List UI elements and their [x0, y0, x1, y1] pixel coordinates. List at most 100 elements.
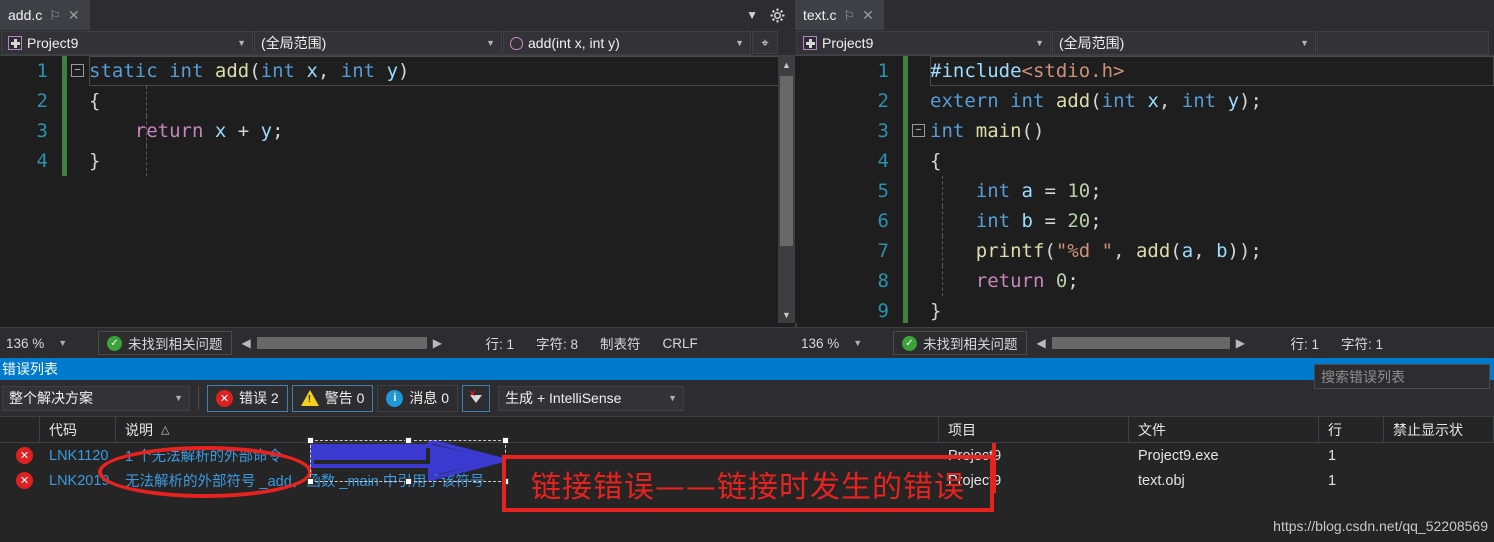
warning-icon	[300, 390, 319, 406]
pin-icon[interactable]: ⚐	[843, 9, 855, 22]
column-header-file[interactable]: 文件	[1129, 417, 1319, 442]
editor-status-bar-left: 136 % ▼ ✓ 未找到相关问题 ◀ ▶ 行: 1 字符: 8 制表符 CRL…	[0, 327, 795, 358]
horizontal-scrollbar-right[interactable]: ◀ ▶	[1037, 336, 1269, 350]
line-number: 7	[877, 240, 889, 262]
code-editor-right[interactable]: 1 #include<stdio.h> 2 extern int add(int…	[795, 56, 1494, 323]
error-list-title: 错误列表	[0, 358, 1494, 380]
tabstrip-right: text.c ⚐ ✕	[795, 0, 1494, 30]
gear-icon[interactable]	[770, 8, 785, 23]
chevron-down-icon[interactable]: ▼	[746, 8, 758, 22]
error-list-panel: 错误列表 整个解决方案 ▼ ✕ 错误 2 警告 0 i 消息 0 ✕	[0, 358, 1494, 542]
sort-ascending-icon: △	[161, 424, 170, 436]
code-line: 2 {	[0, 86, 795, 116]
collapse-icon[interactable]: −	[71, 64, 84, 77]
line-number: 5	[877, 180, 889, 202]
table-row[interactable]: ✕ LNK2019 无法解析的外部符号 _add，函数 _main 中引用了该符…	[0, 468, 1494, 493]
member-dropdown-left[interactable]: add(int x, int y) ▼	[503, 31, 751, 55]
scope-dropdown-left[interactable]: (全局范围) ▼	[254, 31, 502, 55]
chevron-down-icon: ▼	[668, 393, 678, 403]
code-text: int main()	[930, 120, 1045, 142]
project-dropdown-right[interactable]: Project9 ▼	[796, 31, 1051, 55]
row-project: Project9	[948, 472, 1002, 489]
scroll-left-icon[interactable]: ◀	[1037, 336, 1046, 350]
warnings-toggle-button[interactable]: 警告 0	[291, 384, 374, 412]
line-number: 1	[36, 60, 48, 82]
scroll-right-icon[interactable]: ▶	[433, 336, 442, 350]
build-filter-dropdown[interactable]: 生成 + IntelliSense ▼	[498, 385, 685, 411]
pin-icon[interactable]: ⚐	[49, 9, 61, 22]
line-number: 3	[36, 120, 48, 142]
code-line: 3 − int main()	[795, 116, 1494, 146]
chevron-down-icon: ▼	[735, 38, 744, 48]
table-row[interactable]: ✕ LNK1120 1 个无法解析的外部命令 Project9 Project9…	[0, 443, 1494, 468]
fold-column	[908, 266, 930, 296]
column-header-code[interactable]: 代码	[40, 417, 116, 442]
code-editor-left[interactable]: 1 − static int add(int x, int y) 2 { 3 r…	[0, 56, 795, 323]
code-text: #include<stdio.h>	[930, 56, 1494, 86]
column-indicator: 字符: 1	[1341, 337, 1384, 352]
tab-add-c[interactable]: add.c ⚐ ✕	[0, 0, 90, 30]
info-icon: i	[386, 389, 404, 407]
fold-column	[67, 116, 89, 146]
code-text: static int add(int x, int y)	[89, 56, 795, 86]
toolbar-divider	[198, 386, 199, 410]
row-code[interactable]: LNK1120	[40, 448, 116, 464]
fold-column[interactable]: −	[908, 116, 930, 146]
errors-toggle-button[interactable]: ✕ 错误 2	[207, 384, 288, 412]
column-header-line[interactable]: 行	[1319, 417, 1384, 442]
issue-status-right[interactable]: ✓ 未找到相关问题	[893, 331, 1027, 355]
messages-label: 消息 0	[409, 390, 450, 406]
close-icon[interactable]: ✕	[68, 8, 80, 22]
search-error-list-input[interactable]: 搜索错误列表	[1314, 364, 1490, 389]
clear-filter-button[interactable]: ✕	[462, 384, 491, 412]
scope-dropdown-right[interactable]: (全局范围) ▼	[1052, 31, 1316, 55]
scroll-down-icon[interactable]: ▼	[778, 306, 795, 323]
tabs-indicator: 制表符	[600, 337, 641, 352]
editor-pane-text-c: text.c ⚐ ✕ Project9 ▼ (全局范围) ▼ 1 #includ…	[795, 0, 1494, 358]
column-header-icon[interactable]	[0, 417, 40, 442]
member-dropdown-right[interactable]	[1317, 31, 1489, 55]
row-code[interactable]: LNK2019	[40, 473, 116, 489]
horizontal-scrollbar-left[interactable]: ◀ ▶	[242, 336, 464, 350]
project-dropdown-left[interactable]: Project9 ▼	[1, 31, 253, 55]
check-icon: ✓	[107, 335, 122, 351]
row-description: 1 个无法解析的外部命令	[125, 449, 283, 465]
column-header-project[interactable]: 项目	[939, 417, 1129, 442]
check-icon: ✓	[902, 335, 917, 351]
fold-column	[908, 236, 930, 266]
zoom-dropdown-left[interactable]: 136 % ▼	[0, 336, 92, 351]
issue-status-label: 未找到相关问题	[923, 337, 1018, 352]
scrollbar-thumb[interactable]	[256, 337, 427, 349]
scroll-left-icon[interactable]: ◀	[242, 336, 251, 350]
vertical-scrollbar-left[interactable]: ▲ ▼	[778, 56, 795, 323]
column-header-description[interactable]: 说明 △	[116, 417, 939, 442]
scrollbar-thumb[interactable]	[780, 76, 793, 246]
close-icon[interactable]: ✕	[862, 8, 874, 22]
scope-filter-dropdown[interactable]: 整个解决方案 ▼	[2, 385, 190, 411]
tab-text-c[interactable]: text.c ⚐ ✕	[795, 0, 884, 30]
line-number: 1	[877, 60, 889, 82]
line-number: 2	[877, 90, 889, 112]
column-header-suppress[interactable]: 禁止显示状	[1384, 417, 1494, 442]
scope-label: (全局范围)	[1059, 35, 1125, 51]
issue-status-left[interactable]: ✓ 未找到相关问题	[98, 331, 232, 355]
editor-status-bar-right: 136 % ▼ ✓ 未找到相关问题 ◀ ▶ 行: 1 字符: 1	[795, 327, 1494, 358]
eol-indicator: CRLF	[662, 335, 698, 351]
scroll-up-icon[interactable]: ▲	[778, 56, 795, 73]
messages-toggle-button[interactable]: i 消息 0	[377, 384, 459, 412]
scrollbar-thumb[interactable]	[1051, 337, 1230, 349]
zoom-dropdown-right[interactable]: 136 % ▼	[795, 336, 887, 351]
build-filter-label: 生成 + IntelliSense	[505, 390, 622, 406]
project-label: Project9	[822, 35, 874, 51]
tab-title: add.c	[8, 7, 43, 23]
code-line: 4 }	[0, 146, 795, 176]
line-number: 3	[877, 120, 889, 142]
scroll-right-icon[interactable]: ▶	[1236, 336, 1245, 350]
column-label: 项目	[948, 421, 976, 438]
collapse-icon[interactable]: −	[912, 124, 925, 137]
code-text: }	[930, 300, 942, 322]
fold-column[interactable]: −	[67, 56, 89, 86]
issue-status-label: 未找到相关问题	[128, 337, 223, 352]
code-line: 5 int a = 10;	[795, 176, 1494, 206]
split-view-button[interactable]: ⌖	[752, 31, 778, 54]
